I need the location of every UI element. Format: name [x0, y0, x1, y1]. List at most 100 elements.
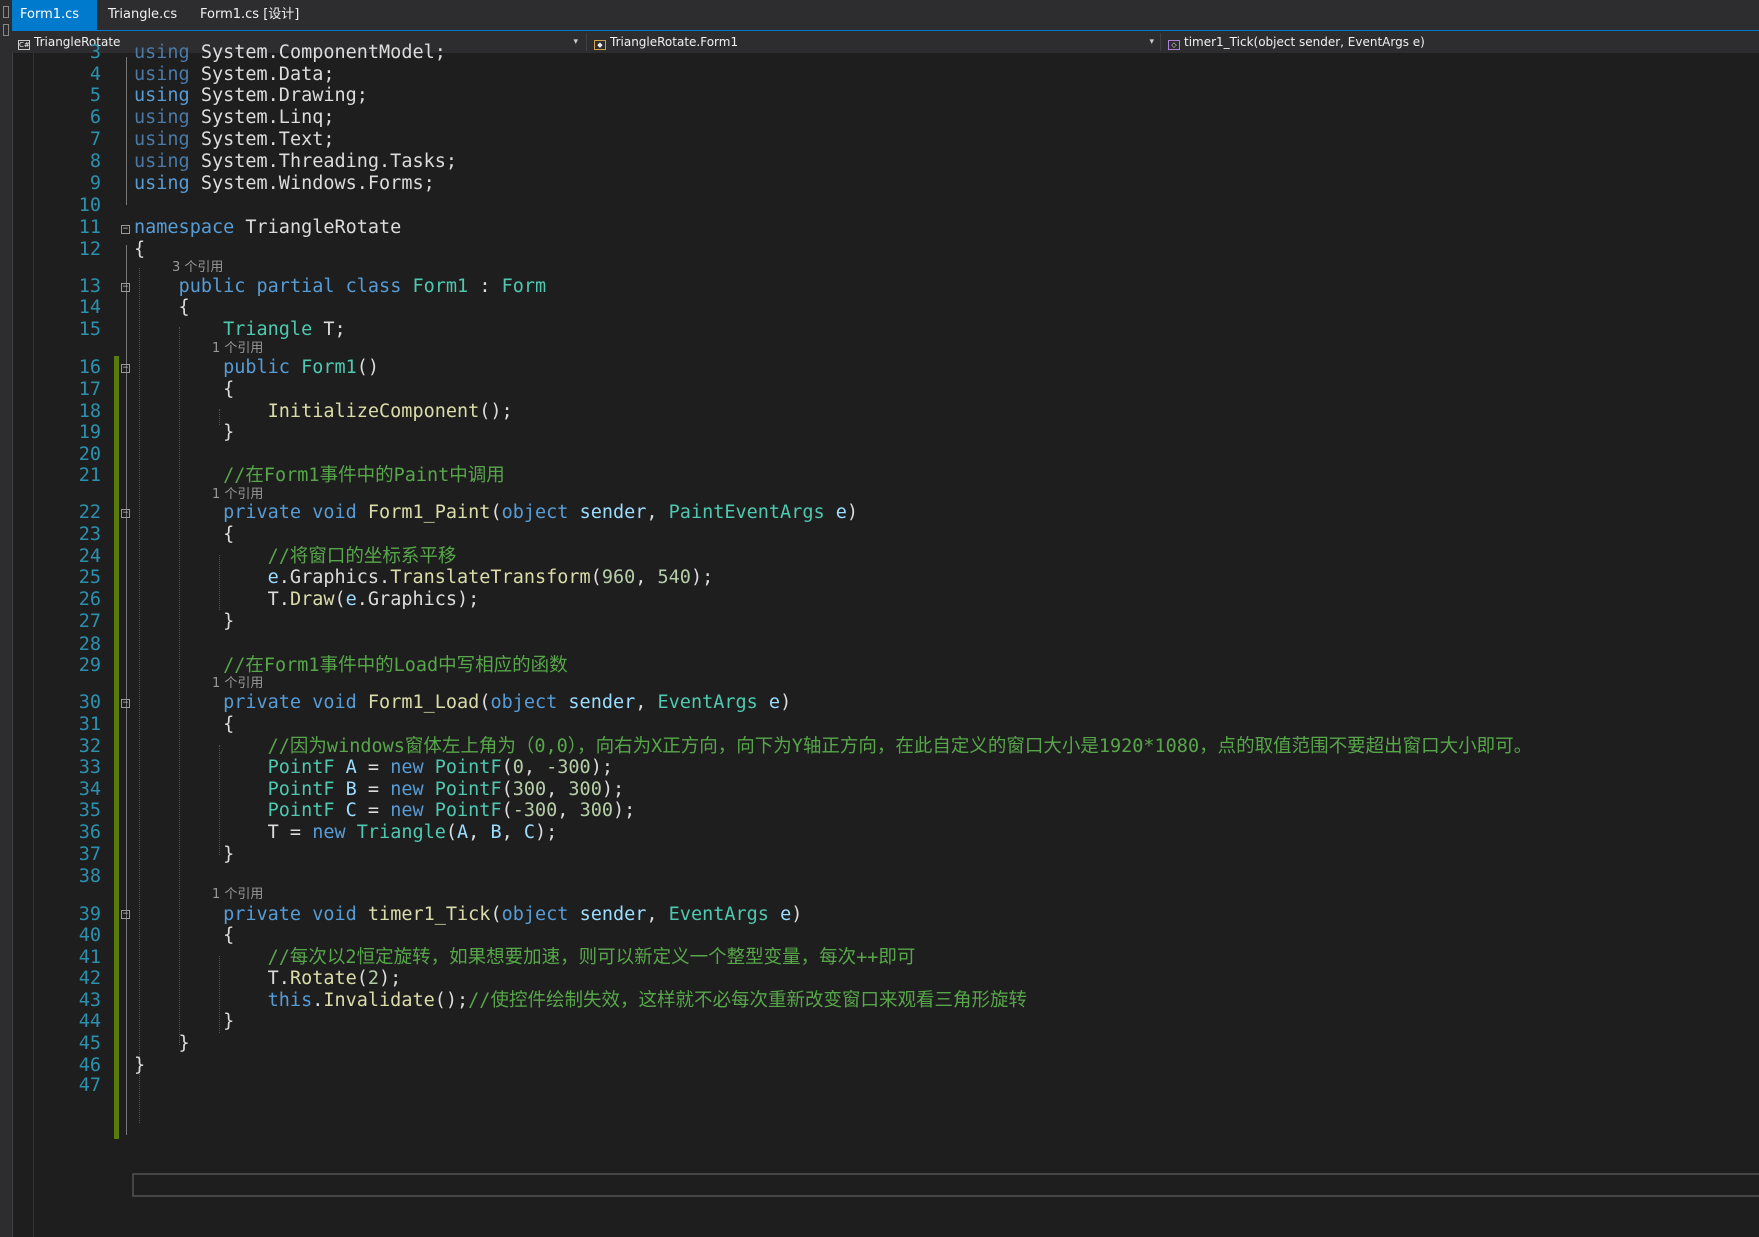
code-token: e — [835, 502, 847, 523]
code-token: ); — [601, 779, 625, 800]
code-line[interactable]: 14 { — [13, 296, 1759, 320]
code-token: //使控件绘制失效，这样就不必每次重新改变窗口来观看三角形旋转 — [468, 990, 1027, 1011]
code-line[interactable]: 30 private void Form1_Load(object sender… — [13, 691, 1759, 715]
code-token: //因为windows窗体左上角为（0,0），向右为X正方向，向下为Y轴正方向，… — [267, 736, 1533, 757]
code-line[interactable]: 15 Triangle T; — [13, 318, 1759, 342]
line-number: 40 — [78, 925, 101, 946]
code-line[interactable]: 21 //在Form1事件中的Paint中调用 — [13, 464, 1759, 488]
line-number: 27 — [78, 611, 101, 632]
code-line[interactable]: 26 T.Draw(e.Graphics); — [13, 588, 1759, 612]
code-token: 540 — [657, 567, 691, 588]
code-token: 300 — [512, 779, 547, 800]
code-text: using System.ComponentModel; — [134, 41, 446, 65]
codelens-references[interactable]: 1 个引用 — [212, 887, 263, 903]
left-tool-strip[interactable] — [0, 0, 13, 1237]
code-token: ( — [490, 904, 502, 925]
code-line[interactable]: 25 e.Graphics.TranslateTransform(960, 54… — [13, 566, 1759, 590]
code-line[interactable]: 44 } — [13, 1010, 1759, 1034]
code-line[interactable]: 6 using System.Linq; — [13, 106, 1759, 130]
line-number: 11 — [78, 217, 101, 238]
code-token: using — [134, 42, 190, 63]
code-token: 2 — [367, 968, 380, 989]
line-number: 19 — [78, 422, 101, 443]
code-text: namespace TriangleRotate — [134, 216, 401, 240]
code-token: .Graphics); — [356, 589, 480, 610]
code-line[interactable]: 31 { — [13, 713, 1759, 737]
line-number: 42 — [78, 968, 101, 989]
code-token: } — [134, 844, 235, 865]
line-number: 37 — [78, 844, 101, 865]
code-line[interactable]: 42 T.Rotate(2); — [13, 967, 1759, 991]
codelens-references[interactable]: 3 个引用 — [172, 260, 223, 276]
code-line[interactable]: 45 } — [13, 1032, 1759, 1056]
code-line[interactable]: 33 PointF A = new PointF(0, -300); — [13, 756, 1759, 780]
code-token: A — [345, 757, 357, 778]
code-line[interactable]: 29 //在Form1事件中的Load中写相应的函数 — [13, 654, 1759, 678]
code-line[interactable]: 37 } — [13, 843, 1759, 867]
code-token: class — [345, 276, 402, 297]
code-token: new — [312, 822, 346, 843]
code-line[interactable]: 36 T = new Triangle(A, B, C); — [13, 821, 1759, 845]
code-line[interactable]: 35 PointF C = new PointF(-300, 300); — [13, 799, 1759, 823]
code-token: Triangle — [356, 822, 446, 843]
line-number: 25 — [78, 567, 101, 588]
line-number: 33 — [78, 757, 101, 778]
codelens-references[interactable]: 1 个引用 — [212, 341, 263, 357]
code-line[interactable]: 47 — [13, 1074, 1759, 1098]
code-line[interactable]: 19 } — [13, 421, 1759, 445]
code-token: public — [178, 276, 246, 297]
code-token: object — [501, 904, 569, 925]
code-line[interactable]: 7 using System.Text; — [13, 128, 1759, 152]
code-token: sender — [579, 904, 647, 925]
code-token: ( — [501, 779, 513, 800]
line-number: 3 — [89, 42, 101, 63]
code-token: } — [134, 422, 235, 443]
code-line[interactable]: 3 using System.ComponentModel; — [13, 41, 1759, 65]
code-text: T.Rotate(2); — [134, 967, 402, 991]
tab-form1-cs[interactable]: Form1.cs⊸✕ — [12, 0, 97, 51]
code-line[interactable]: 16 public Form1() — [13, 356, 1759, 380]
code-text: using System.Threading.Tasks; — [134, 150, 457, 174]
tab-triangle-cs[interactable]: Triangle.cs — [100, 0, 200, 30]
code-line[interactable]: 40 { — [13, 924, 1759, 948]
code-line[interactable]: 38 — [13, 865, 1759, 889]
line-number: 17 — [78, 379, 101, 400]
code-line[interactable]: 12 { — [13, 238, 1759, 262]
code-token: , — [646, 904, 669, 925]
code-token: sender — [568, 692, 636, 713]
code-text: } — [134, 1010, 234, 1034]
code-line[interactable]: 23 { — [13, 523, 1759, 547]
code-line[interactable]: 22 private void Form1_Paint(object sende… — [13, 501, 1759, 525]
code-text: } — [134, 610, 234, 634]
code-line[interactable]: 27 } — [13, 610, 1759, 634]
code-line[interactable]: 11 namespace TriangleRotate — [13, 216, 1759, 240]
code-line[interactable]: 17 { — [13, 378, 1759, 402]
code-line[interactable]: 9 using System.Windows.Forms; — [13, 172, 1759, 196]
code-token: , — [501, 822, 524, 843]
code-text: private void Form1_Paint(object sender, … — [134, 501, 858, 525]
line-number: 26 — [78, 589, 101, 610]
code-text: //在Form1事件中的Paint中调用 — [134, 464, 505, 488]
code-line[interactable]: 5 using System.Drawing; — [13, 84, 1759, 108]
codelens-references[interactable]: 1 个引用 — [212, 676, 263, 692]
line-number: 7 — [89, 129, 101, 150]
code-text: Triangle T; — [134, 318, 346, 342]
line-number: 23 — [78, 524, 101, 545]
code-editor[interactable]: − − − − − − 3 个引用 1 个引用 1 个引用 1 个引用 1 个引… — [13, 42, 1759, 1237]
code-line[interactable]: 10 — [13, 194, 1759, 218]
tab-form1-designer[interactable]: Form1.cs [设计] — [192, 0, 312, 30]
code-line[interactable]: 8 using System.Threading.Tasks; — [13, 150, 1759, 174]
code-token: InitializeComponent — [267, 401, 480, 422]
